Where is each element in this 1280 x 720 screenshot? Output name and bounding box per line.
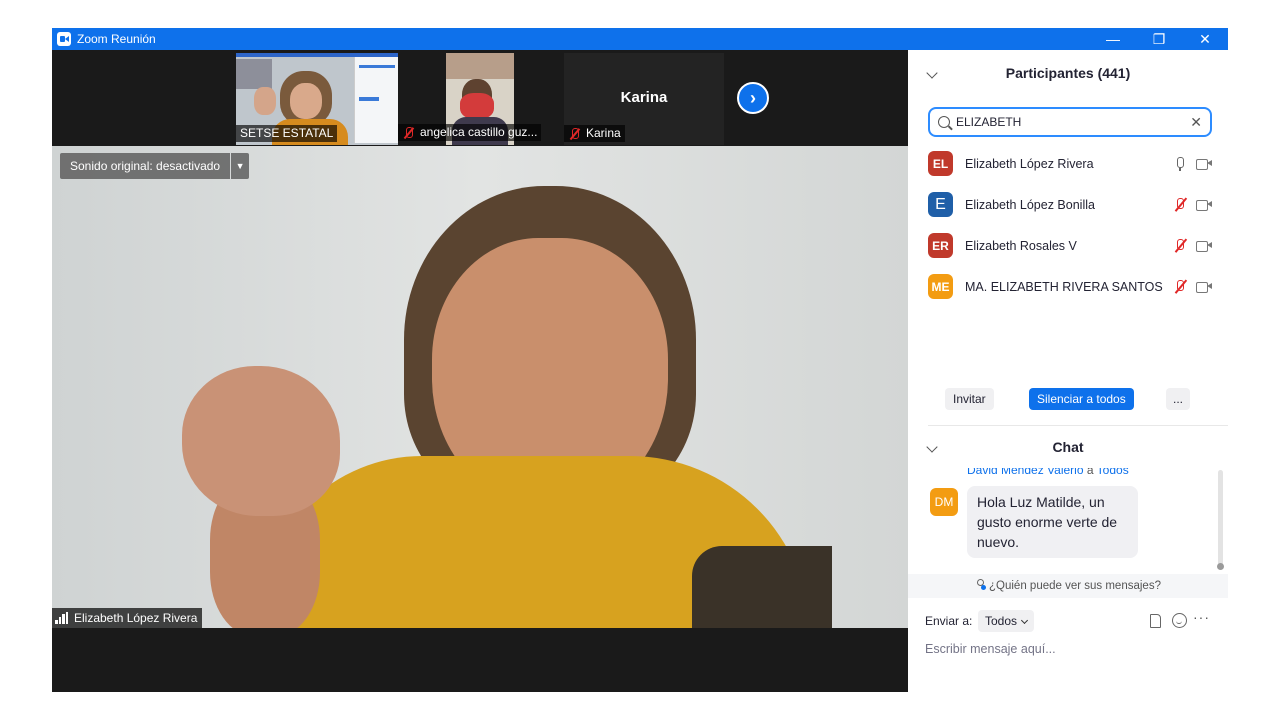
- mic-icon[interactable]: [1174, 156, 1186, 172]
- participant-list: EL Elizabeth López Rivera E Elizabeth Ló…: [908, 143, 1228, 307]
- chat-header: Chat: [908, 427, 1228, 467]
- speaker-name-tag: Elizabeth López Rivera: [52, 608, 203, 628]
- camera-icon[interactable]: [1196, 240, 1212, 252]
- participant-row[interactable]: E Elizabeth López Bonilla: [908, 184, 1228, 225]
- participant-actions: Invitar Silenciar a todos ...: [908, 388, 1228, 412]
- chevron-down-icon[interactable]: ▼: [231, 153, 250, 179]
- avatar: E: [928, 192, 953, 217]
- participant-search[interactable]: ✕: [928, 107, 1212, 137]
- shared-screen: [354, 57, 398, 143]
- thumbnail-name-tag: SETSE ESTATAL: [236, 125, 338, 142]
- recipient-select[interactable]: Todos: [978, 610, 1035, 632]
- scroll-thumb[interactable]: [1217, 563, 1224, 570]
- avatar: DM: [930, 488, 958, 516]
- avatar: EL: [928, 151, 953, 176]
- window-controls: — ❐ ✕: [1090, 28, 1228, 50]
- clear-icon[interactable]: ✕: [1190, 114, 1202, 131]
- zoom-app-icon: [57, 32, 71, 46]
- chevron-down-icon: [1020, 616, 1029, 625]
- participant-name: Elizabeth López Bonilla: [965, 197, 1095, 212]
- avatar: ER: [928, 233, 953, 258]
- muted-mic-icon[interactable]: [1174, 279, 1186, 295]
- thumbnail-name-tag: angelica castillo guz...: [398, 124, 542, 141]
- chat-messages: David Méndez Valerio a Todos DM Hola Luz…: [908, 468, 1228, 576]
- invite-button[interactable]: Invitar: [945, 388, 994, 410]
- participant-row[interactable]: EL Elizabeth López Rivera: [908, 143, 1228, 184]
- participant-name: Elizabeth Rosales V: [965, 238, 1077, 253]
- window-title: Zoom Reunión: [77, 32, 156, 46]
- side-panel: Participantes (441) ✕ EL Elizabeth López…: [908, 50, 1228, 692]
- participant-row[interactable]: ME MA. ELIZABETH RIVERA SANTOS: [908, 266, 1228, 307]
- message-sender: David Méndez Valerio a Todos: [967, 468, 1129, 477]
- thumbnail-strip: SETSE ESTATAL angelica castillo guz... K…: [52, 50, 908, 146]
- video-area: SETSE ESTATAL angelica castillo guz... K…: [52, 50, 908, 692]
- minimize-button[interactable]: —: [1090, 28, 1136, 50]
- send-to-label: Enviar a:: [925, 614, 973, 628]
- participants-header: Participantes (441): [908, 53, 1228, 93]
- more-options-button[interactable]: ...: [1166, 388, 1190, 410]
- participant-name: MA. ELIZABETH RIVERA SANTOS: [965, 279, 1163, 294]
- chat-message-input[interactable]: [925, 638, 1215, 660]
- title-bar: Zoom Reunión — ❐ ✕: [52, 28, 1228, 50]
- emoji-icon[interactable]: [1172, 613, 1187, 628]
- thumbnail-name-tag: Karina: [564, 125, 625, 142]
- divider: [928, 425, 1228, 426]
- chat-message-bubble: Hola Luz Matilde, un gusto enorme verte …: [967, 486, 1138, 558]
- send-to-row: Enviar a: Todos ···: [908, 609, 1228, 633]
- muted-mic-icon[interactable]: [1174, 238, 1186, 254]
- restore-button[interactable]: ❐: [1136, 28, 1182, 50]
- muted-mic-icon[interactable]: [1174, 197, 1186, 213]
- search-icon: [938, 116, 950, 128]
- participant-display-name: Karina: [620, 89, 668, 106]
- close-button[interactable]: ✕: [1182, 28, 1228, 50]
- camera-icon[interactable]: [1196, 199, 1212, 211]
- video-thumbnail[interactable]: SETSE ESTATAL: [236, 53, 398, 145]
- file-icon[interactable]: [1150, 614, 1161, 628]
- original-sound-label[interactable]: Sonido original: desactivado: [60, 153, 231, 179]
- original-sound-dropdown[interactable]: Sonido original: desactivado ▼: [60, 153, 250, 179]
- active-speaker-video: Sonido original: desactivado ▼ Elizabeth…: [52, 146, 908, 628]
- message-privacy-link[interactable]: ¿Quién puede ver sus mensajes?: [908, 574, 1228, 598]
- participant-row[interactable]: ER Elizabeth Rosales V: [908, 225, 1228, 266]
- camera-icon[interactable]: [1196, 158, 1212, 170]
- next-page-button[interactable]: ›: [737, 82, 769, 114]
- signal-strength-icon: [55, 612, 70, 624]
- chat-title: Chat: [1052, 439, 1084, 455]
- chat-scrollbar[interactable]: [1218, 470, 1223, 566]
- video-thumbnail[interactable]: Karina Karina: [564, 53, 724, 145]
- muted-mic-icon: [568, 127, 582, 140]
- muted-mic-icon: [402, 126, 416, 139]
- camera-icon[interactable]: [1196, 281, 1212, 293]
- participants-title: Participantes (441): [1005, 65, 1131, 81]
- more-icon[interactable]: ···: [1193, 609, 1210, 625]
- search-input[interactable]: [956, 115, 1187, 129]
- mute-all-button[interactable]: Silenciar a todos: [1029, 388, 1134, 410]
- avatar: ME: [928, 274, 953, 299]
- zoom-window: Zoom Reunión — ❐ ✕ SETSE ESTATAL angelic…: [52, 28, 1228, 692]
- participant-name: Elizabeth López Rivera: [965, 156, 1094, 171]
- user-visibility-icon: [975, 579, 987, 590]
